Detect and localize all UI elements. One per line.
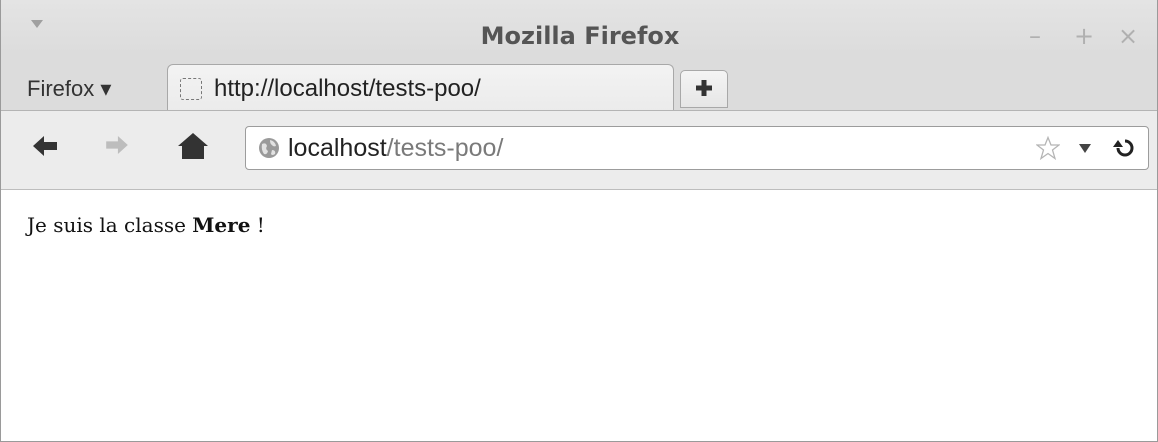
- forward-arrow-icon[interactable]: [106, 136, 128, 154]
- page-text-start: Je suis la classe: [27, 213, 193, 237]
- close-button[interactable]: ×: [1118, 22, 1138, 50]
- url-host: localhost: [288, 134, 387, 162]
- window-title: Mozilla Firefox: [480, 22, 680, 50]
- maximize-button[interactable]: +: [1074, 22, 1094, 50]
- globe-icon: [259, 138, 279, 158]
- url-path: /tests-poo/: [386, 134, 504, 162]
- tab-strip: Firefox ▾ http://localhost/tests-poo/: [1, 54, 1157, 111]
- page-content: Je suis la classe Mere !: [1, 190, 1157, 441]
- minimize-button[interactable]: –: [1029, 22, 1041, 50]
- tab-title: http://localhost/tests-poo/: [214, 75, 481, 102]
- firefox-menu-button[interactable]: Firefox ▾: [27, 76, 111, 102]
- tab-active[interactable]: http://localhost/tests-poo/: [167, 64, 674, 111]
- url-dropdown-icon[interactable]: [1079, 144, 1091, 153]
- back-arrow-icon[interactable]: [33, 136, 57, 156]
- plus-icon: [696, 80, 712, 96]
- page-text-end: !: [250, 213, 265, 237]
- navigation-toolbar: localhost/tests-poo/: [1, 110, 1157, 190]
- reload-icon[interactable]: [1113, 137, 1137, 159]
- star-icon[interactable]: [1036, 136, 1060, 160]
- home-icon[interactable]: [178, 133, 208, 159]
- browser-window: Mozilla Firefox – + × Firefox ▾ http://l…: [0, 0, 1158, 442]
- new-tab-button[interactable]: [680, 70, 728, 108]
- page-text: Je suis la classe Mere !: [27, 212, 265, 238]
- page-text-bold: Mere: [192, 213, 251, 237]
- url-bar[interactable]: localhost/tests-poo/: [245, 126, 1149, 170]
- title-bar: Mozilla Firefox – + ×: [1, 0, 1157, 54]
- page-favicon-icon: [180, 78, 202, 100]
- url-text[interactable]: localhost/tests-poo/: [288, 133, 503, 163]
